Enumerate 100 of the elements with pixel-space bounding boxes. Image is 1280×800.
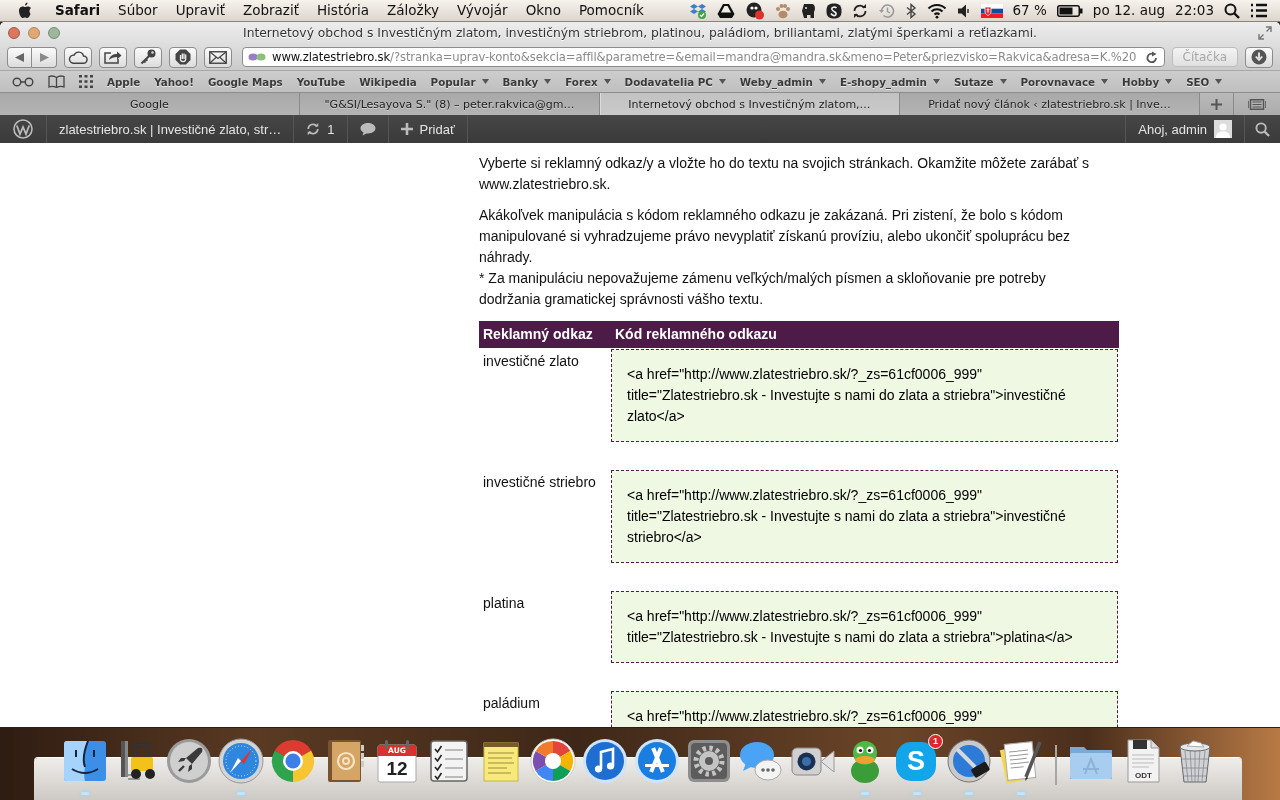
fullscreen-icon[interactable] [1258, 26, 1272, 40]
list-icon[interactable] [1250, 3, 1268, 18]
bookmark-link[interactable]: Wikipedia [359, 75, 417, 88]
cloud-icon [68, 50, 88, 64]
drafting-tools-icon[interactable] [633, 737, 681, 785]
back-button[interactable] [7, 46, 32, 68]
share-icon [104, 50, 122, 64]
menu-item[interactable]: História [307, 0, 379, 21]
paragraph-text: * Za manipuláciu nepovažujeme zámenu veľkých/malých písmen a skloňovanie pre potreby dodržania gramatickej správnosti vášho textu. [479, 269, 1047, 309]
file-type-label: ODT [1134, 771, 1153, 781]
link-name: investičné striebro [482, 473, 597, 492]
tab-overview-button[interactable] [1234, 93, 1280, 115]
menu-item[interactable]: Pomocník [569, 0, 653, 21]
bookmark-folder[interactable]: Dodavatelia PC [624, 75, 726, 88]
bookmark-link[interactable]: Apple [107, 75, 141, 88]
paragraph-text: Akákoľvek manipulácia s kódom reklamného odkazu je zakázaná. Pri zistení, že bolo s kódom manipulované si vyhradzujeme právo nevyplatiť získanú províziu, alebo ukončiť spoluprácu bez náhrady. [479, 206, 1072, 267]
avatar-icon [1214, 120, 1232, 138]
battery-icon[interactable] [1056, 4, 1083, 17]
forward-button[interactable] [32, 46, 57, 68]
code-snippet[interactable]: <a href="http://www.zlatestriebro.sk/?_zs=61cf0006_999" [611, 691, 1118, 727]
code-snippet[interactable]: <a href="http://www.zlatestriebro.sk/?_zs=61cf0006_999" title="Zlatestriebro.sk - Investujte s nami do zlata a striebra">platina</a> [611, 591, 1118, 663]
chat-blob-icon[interactable] [825, 2, 842, 19]
key-button[interactable] [134, 46, 162, 68]
menu-item[interactable]: Vývojár [448, 0, 517, 21]
search-icon[interactable] [1224, 2, 1240, 19]
flag-icon[interactable] [980, 3, 1003, 18]
caret-icon [481, 79, 489, 84]
music-note-icon[interactable] [581, 737, 629, 785]
speaker-icon[interactable] [956, 2, 971, 19]
mail-button[interactable] [204, 46, 232, 68]
browser-tab[interactable]: Pridať nový článok ‹ zlatestriebro.sk | Inve… [900, 93, 1200, 115]
close-button[interactable] [8, 27, 20, 39]
book-icon[interactable] [48, 75, 65, 88]
settings-icon[interactable] [685, 737, 733, 785]
zoom-button[interactable] [48, 27, 60, 39]
sync-icon[interactable] [851, 2, 868, 19]
link-name: investičné zlato [482, 352, 580, 371]
new-tab-button[interactable] [1200, 93, 1234, 115]
bookmark-link[interactable]: YouTube [296, 75, 346, 88]
tab-overview-icon [1248, 98, 1266, 110]
bookmark-folder[interactable]: Banky [502, 75, 552, 88]
code-snippet[interactable]: <a href="http://www.zlatestriebro.sk/?_zs=61cf0006_999" title="Zlatestriebro.sk - Investujte s nami do zlata a striebra">investičné striebro</a> [611, 470, 1118, 563]
wifi-icon[interactable] [926, 2, 947, 19]
reload-icon[interactable] [1145, 50, 1158, 64]
bookmark-folder[interactable]: Hobby [1122, 75, 1173, 88]
browser-tab[interactable]: "G&SI/Lesayova S." (8) – peter.rakvica@gm… [300, 93, 600, 115]
logo-icon [13, 119, 33, 139]
caret-icon [718, 79, 726, 84]
address-field[interactable]: www.zlatestriebro.sk/?stranka=uprav-konto&sekcia=affil&parametre=&email=mandra@mandra.sk&meno=Peter&priezvisko=Rakvica&adresa=K.%20 [242, 47, 1165, 67]
caret-icon [818, 79, 826, 84]
bookmark-folder[interactable]: Weby_admin [739, 75, 826, 88]
menu-item[interactable]: Zobraziť [233, 0, 308, 21]
menu-item[interactable]: Okno [516, 0, 570, 21]
app-menu[interactable]: Safari [46, 0, 110, 21]
hand-icon [175, 49, 191, 65]
compass-icon[interactable] [217, 737, 265, 785]
block-button[interactable] [169, 46, 197, 68]
notification-badge: 1 [928, 734, 943, 749]
bookmark-folder[interactable]: Popular [430, 75, 489, 88]
back-icon [15, 52, 24, 62]
grid-icon[interactable] [79, 75, 93, 88]
bookmark-folder[interactable]: SEO [1186, 75, 1223, 88]
window-title: Internetový obchod s Investičným zlatom, investičným striebrom, platinou, paládiom, briliantami, zlatými šperkami a reťiazkami. [243, 26, 1037, 40]
menu-bar-clock[interactable]: 22:03 [1175, 0, 1214, 21]
box-check-icon[interactable] [688, 2, 707, 19]
rocket-icon[interactable] [165, 737, 213, 785]
bookmark-folder[interactable]: E-shopy_admin [839, 75, 940, 88]
bluetooth-icon[interactable] [904, 2, 917, 19]
logo-letter: S [907, 747, 925, 776]
plus-icon [400, 123, 413, 135]
browser-tab[interactable]: Internetový obchod s Investičným zlatom,… [600, 93, 900, 115]
forward-icon [39, 52, 49, 62]
bookmark-folder[interactable]: Porovnavace [1020, 75, 1108, 88]
creature-icon[interactable] [744, 1, 765, 20]
bookmark-folder[interactable]: Sutaze [953, 75, 1007, 88]
menu-bar-date[interactable]: po 12. aug [1092, 0, 1166, 21]
menu-item[interactable]: Súbor [109, 0, 167, 21]
bookmark-link[interactable]: Google Maps [207, 75, 283, 88]
downloads-button[interactable] [1245, 46, 1273, 68]
glasses-icon[interactable] [12, 76, 34, 87]
paw-icon[interactable] [774, 2, 791, 19]
plus-icon [1211, 98, 1222, 110]
share-button[interactable] [99, 46, 127, 68]
tricolor-ring-icon[interactable] [269, 737, 317, 785]
code-snippet[interactable]: <a href="http://www.zlatestriebro.sk/?_zs=61cf0006_999" title="Zlatestriebro.sk - Investujte s nami do zlata a striebra">investičné zlato</a> [611, 349, 1118, 442]
menu-item[interactable]: Záložky [378, 0, 448, 21]
triangle-icon[interactable] [716, 2, 735, 19]
menu-item[interactable]: Upraviť [166, 0, 234, 21]
apple-logo-icon[interactable] [18, 2, 32, 19]
cloud-tabs-button[interactable] [64, 46, 92, 68]
link-name: paládium [482, 694, 541, 713]
pinwheel-icon[interactable] [529, 737, 577, 785]
globe-key-icon[interactable] [945, 737, 993, 785]
elephant-icon[interactable] [800, 2, 816, 19]
caret-icon [1165, 79, 1173, 84]
paragraph-text: Vyberte si reklamný odkaz/y a vložte ho do textu na svojich stránkach. Okamžite môžete zarábať s www.zlatestriebro.sk. [479, 154, 1091, 194]
browser-tab[interactable]: Google [0, 93, 300, 115]
bookmark-link[interactable]: Yahoo! [154, 75, 194, 88]
bookmark-folder[interactable]: Forex [565, 75, 611, 88]
search-icon [1255, 121, 1270, 137]
